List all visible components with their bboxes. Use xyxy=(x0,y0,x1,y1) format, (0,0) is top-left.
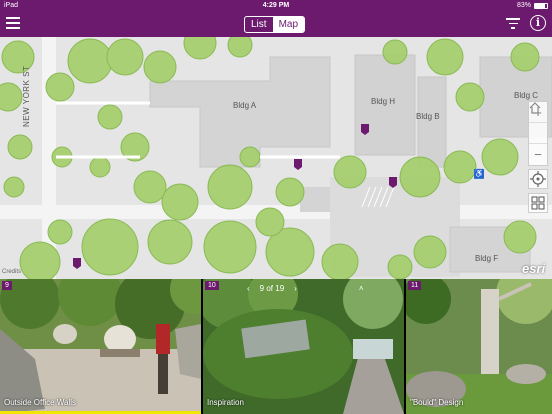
map-view[interactable]: Bldg A Bldg H Bldg B Bldg C Bldg F NEW Y… xyxy=(0,37,552,279)
next-button[interactable]: › xyxy=(294,284,297,293)
info-icon[interactable]: i xyxy=(530,15,546,31)
tour-photo xyxy=(406,279,552,414)
card-caption: Outside Office Walls xyxy=(4,398,77,407)
tour-pin-icon[interactable] xyxy=(389,177,397,188)
tour-card[interactable]: 9 Outside Office Walls xyxy=(0,279,201,414)
filter-icon[interactable] xyxy=(506,18,520,30)
home-icon xyxy=(529,102,541,114)
card-caption: Inspiration xyxy=(207,398,244,407)
expand-button[interactable]: ˄ xyxy=(359,284,364,293)
tour-photo xyxy=(203,279,404,414)
tour-card[interactable]: 11 "Bould" Design xyxy=(406,279,552,414)
list-tab[interactable]: List xyxy=(245,17,273,32)
tour-pin-icon[interactable] xyxy=(294,159,302,170)
locate-icon xyxy=(530,171,546,187)
prev-button[interactable]: ‹ xyxy=(247,284,250,293)
tour-pin-icon[interactable] xyxy=(73,258,81,269)
battery-icon xyxy=(534,2,548,9)
locate-button[interactable] xyxy=(528,169,548,189)
building-label-a: Bldg A xyxy=(233,101,257,110)
street-label: NEW YORK ST xyxy=(22,65,31,127)
basemap-button[interactable] xyxy=(528,193,548,213)
stop-number: 11 xyxy=(408,281,422,290)
building-label-f: Bldg F xyxy=(475,254,499,263)
nav-bar: List Map i xyxy=(0,11,552,37)
esri-logo: esri xyxy=(522,261,546,276)
map-tab[interactable]: Map xyxy=(272,17,305,32)
map-canvas xyxy=(0,37,552,279)
card-caption: "Bould" Design xyxy=(410,398,464,407)
zoom-out-button[interactable]: − xyxy=(529,144,547,165)
building-label-c: Bldg C xyxy=(514,91,539,100)
grid-icon xyxy=(531,196,545,210)
tour-photo xyxy=(0,279,201,414)
map-credits[interactable]: Credits xyxy=(2,269,21,275)
view-toggle: List Map xyxy=(244,16,306,33)
building-label-b: Bldg B xyxy=(416,112,440,121)
clock: 4:29 PM xyxy=(262,2,290,9)
building-label-h: Bldg H xyxy=(371,97,396,106)
tour-carousel: 9 Outside Office Walls 10 ‹ 9 of 19 › ˄ … xyxy=(0,279,552,414)
stop-number: 9 xyxy=(2,281,12,290)
stop-number: 10 xyxy=(205,281,219,290)
zoom-control: + − xyxy=(528,101,548,166)
status-bar: iPad 4:29 PM 83% xyxy=(0,0,552,11)
page-indicator: 9 of 19 xyxy=(259,284,285,293)
menu-icon[interactable] xyxy=(6,17,20,29)
pager: ‹ 9 of 19 › ˄ xyxy=(247,284,363,293)
home-button[interactable] xyxy=(529,102,547,144)
accessible-parking-icon: ♿ xyxy=(474,169,484,179)
tour-pin-icon[interactable] xyxy=(361,124,369,135)
battery-percent: 83% xyxy=(516,2,531,9)
tour-card[interactable]: 10 ‹ 9 of 19 › ˄ Inspiration xyxy=(203,279,404,414)
